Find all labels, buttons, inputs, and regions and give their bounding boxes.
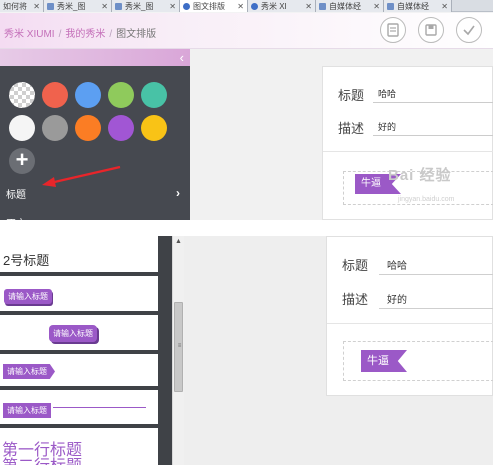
browser-tab[interactable]: 秀米 XI ✕ bbox=[248, 0, 316, 12]
tab-title: 自媒体经 bbox=[397, 1, 429, 11]
browser-tab[interactable]: 秀米_图 ✕ bbox=[112, 0, 180, 12]
article-info-card: 标题 哈哈 描述 好的 bbox=[326, 236, 493, 396]
sidebar-item-body[interactable]: 正文 › bbox=[0, 211, 190, 220]
color-swatch[interactable] bbox=[42, 82, 68, 108]
scrollbar-thumb[interactable]: ≡ bbox=[174, 302, 183, 392]
baidu-watermark-url: jingyan.baidu.com bbox=[398, 196, 455, 203]
close-tab-icon[interactable]: ✕ bbox=[373, 2, 380, 11]
sidebar-item-label: 正文 bbox=[6, 215, 26, 221]
color-swatch[interactable] bbox=[75, 82, 101, 108]
description-field-label: 描述 bbox=[338, 121, 365, 136]
tab-title: 自媒体经 bbox=[329, 1, 361, 11]
breadcrumb-separator: / bbox=[58, 29, 62, 40]
page-favicon-icon bbox=[47, 2, 54, 10]
confirm-icon bbox=[463, 25, 475, 36]
close-tab-icon[interactable]: ✕ bbox=[305, 2, 312, 11]
tab-title: 秀米 XI bbox=[261, 1, 287, 11]
chevron-right-icon: › bbox=[176, 215, 180, 220]
description-field-label: 描述 bbox=[342, 292, 369, 307]
color-swatch[interactable] bbox=[42, 115, 68, 141]
close-tab-icon[interactable]: ✕ bbox=[169, 2, 176, 11]
style-divider bbox=[0, 272, 158, 276]
description-input[interactable]: 好的 bbox=[379, 291, 493, 309]
sidebar-collapse-bar[interactable]: ‹ bbox=[0, 49, 190, 66]
color-swatch[interactable] bbox=[108, 82, 134, 108]
title-underline bbox=[53, 407, 146, 408]
close-tab-icon[interactable]: ✕ bbox=[101, 2, 108, 11]
breadcrumb-home-link[interactable]: 秀米 XIUMI bbox=[4, 29, 55, 40]
baidu-watermark: Bai 经验 bbox=[388, 167, 452, 184]
divider bbox=[323, 151, 493, 152]
title-style-option[interactable]: 请输入标题 bbox=[49, 325, 97, 342]
style-divider bbox=[0, 311, 158, 315]
annotation-arrow-icon bbox=[42, 165, 121, 187]
browser-tab[interactable]: 如何将 ✕ bbox=[0, 0, 44, 12]
color-swatch[interactable] bbox=[108, 115, 134, 141]
title-style-option[interactable]: 请输入标题 bbox=[3, 403, 51, 418]
divider bbox=[327, 323, 493, 324]
page-favicon-icon bbox=[115, 2, 122, 10]
tab-title: 秀米_图 bbox=[57, 1, 86, 11]
style-sidebar: ‹ + 标题 › 正文 › bbox=[0, 49, 190, 220]
preview-button[interactable] bbox=[380, 17, 406, 43]
breadcrumb-current: 图文排版 bbox=[116, 29, 157, 40]
style-divider bbox=[0, 350, 158, 354]
grip-icon: ≡ bbox=[177, 343, 182, 349]
preview-icon bbox=[387, 23, 399, 37]
browser-tab[interactable]: 秀米_图 ✕ bbox=[44, 0, 112, 12]
top-screenshot: 如何将 ✕ 秀米_图 ✕ 秀米_图 ✕ 图文排版 ✕ 秀米 XI ✕ 自媒体经 … bbox=[0, 0, 493, 220]
breadcrumb-separator: / bbox=[109, 29, 113, 40]
baidu-paw-icon bbox=[183, 2, 190, 10]
title-style-option[interactable]: 请输入标题 bbox=[4, 289, 52, 304]
save-button[interactable] bbox=[418, 17, 444, 43]
close-tab-icon[interactable]: ✕ bbox=[441, 2, 448, 11]
description-input[interactable]: 好的 bbox=[373, 120, 493, 136]
confirm-button[interactable] bbox=[456, 17, 482, 43]
baidu-paw-icon bbox=[251, 2, 258, 10]
title-field-label: 标题 bbox=[338, 88, 365, 103]
browser-tab[interactable]: 自媒体经 ✕ bbox=[384, 0, 452, 12]
title-style-list: 2号标题 请输入标题 请输入标题 请输入标题 请输入标题 第一行标题 第二行标题 bbox=[0, 236, 158, 465]
browser-tab[interactable]: 自媒体经 ✕ bbox=[316, 0, 384, 12]
title-input[interactable]: 哈哈 bbox=[373, 87, 493, 103]
section-title: 2号标题 bbox=[3, 253, 50, 268]
color-swatch[interactable] bbox=[141, 82, 167, 108]
app-header: 秀米 XIUMI / 我的秀米 / 图文排版 bbox=[0, 13, 493, 49]
breadcrumb-my-xiumi-link[interactable]: 我的秀米 bbox=[65, 29, 105, 40]
close-tab-icon[interactable]: ✕ bbox=[237, 2, 244, 11]
scrollbar[interactable]: ▲ ≡ bbox=[172, 236, 184, 465]
color-swatch[interactable] bbox=[9, 115, 35, 141]
color-swatch[interactable] bbox=[141, 115, 167, 141]
title-input[interactable]: 哈哈 bbox=[379, 257, 493, 275]
page-favicon-icon bbox=[387, 2, 394, 10]
browser-tab-bar: 如何将 ✕ 秀米_图 ✕ 秀米_图 ✕ 图文排版 ✕ 秀米 XI ✕ 自媒体经 … bbox=[0, 0, 493, 12]
title-style-option-line2[interactable]: 第二行标题 bbox=[2, 452, 82, 465]
save-icon bbox=[425, 24, 437, 36]
browser-tab-active[interactable]: 图文排版 ✕ bbox=[180, 0, 248, 12]
sidebar-edge bbox=[158, 236, 172, 465]
scroll-up-arrow-icon[interactable]: ▲ bbox=[173, 238, 184, 245]
page-favicon-icon bbox=[319, 2, 326, 10]
title-field-label: 标题 bbox=[342, 258, 369, 273]
breadcrumb: 秀米 XIUMI / 我的秀米 / 图文排版 bbox=[4, 25, 156, 40]
sidebar-item-label: 标题 bbox=[6, 189, 26, 201]
title-style-option[interactable]: 请输入标题 bbox=[3, 364, 55, 379]
style-divider bbox=[0, 424, 158, 428]
tab-title: 图文排版 bbox=[193, 1, 225, 11]
add-color-button[interactable]: + bbox=[9, 148, 35, 174]
collapse-chevron-icon[interactable]: ‹ bbox=[180, 50, 184, 65]
tab-title: 秀米_图 bbox=[125, 1, 154, 11]
chevron-right-icon: › bbox=[176, 186, 180, 200]
close-tab-icon[interactable]: ✕ bbox=[33, 2, 40, 11]
color-swatch-transparent[interactable] bbox=[9, 82, 35, 108]
style-divider bbox=[0, 386, 158, 390]
color-swatch[interactable] bbox=[75, 115, 101, 141]
tab-title: 如何将 bbox=[3, 1, 27, 11]
